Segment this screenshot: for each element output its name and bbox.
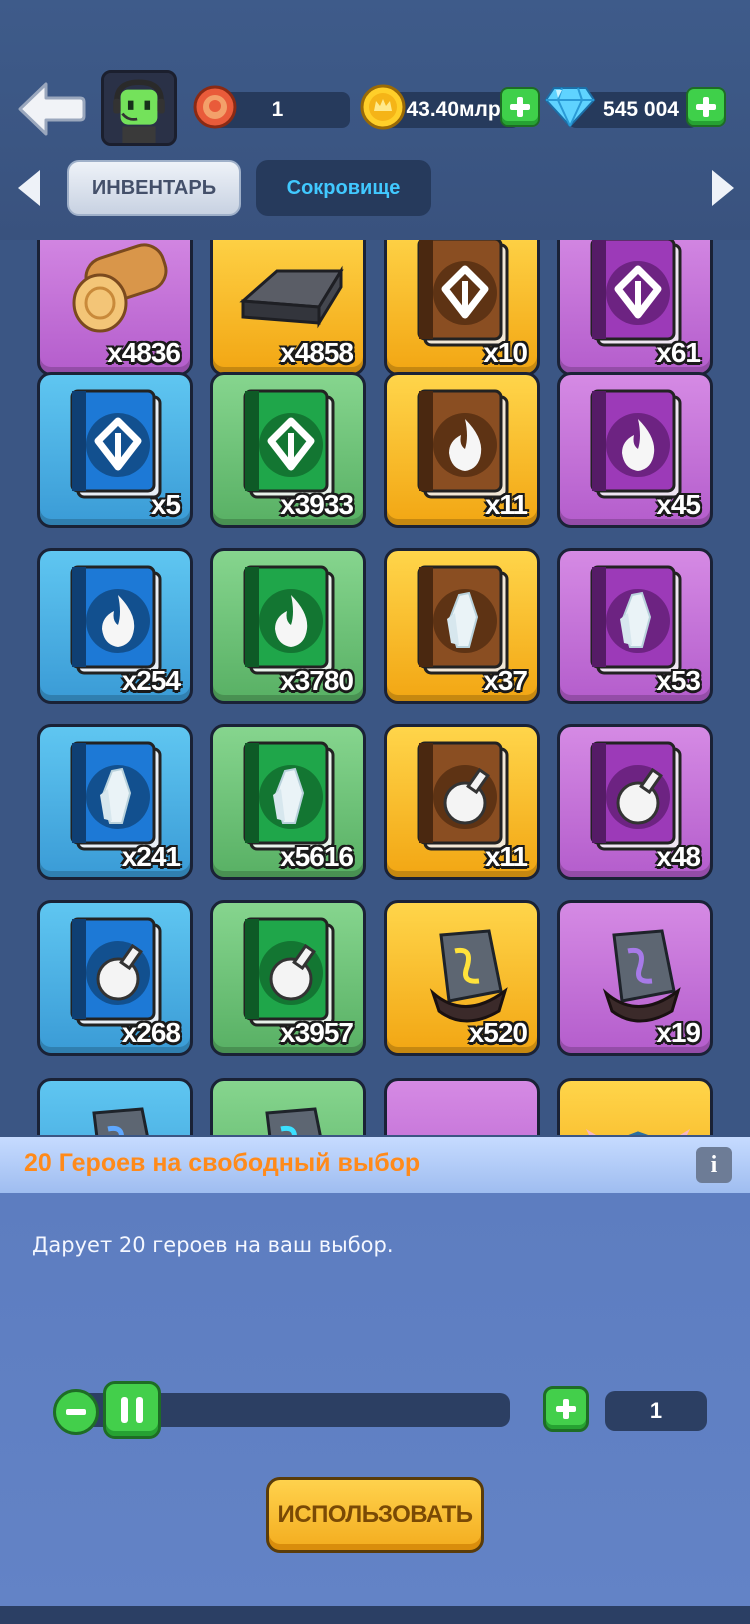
- increase-button[interactable]: [543, 1386, 589, 1432]
- inventory-item[interactable]: x11: [384, 724, 540, 880]
- add-gems-button[interactable]: [686, 87, 726, 127]
- inventory-item[interactable]: x268: [37, 900, 193, 1056]
- item-quantity: x11: [484, 489, 528, 520]
- inventory-item[interactable]: [210, 1078, 366, 1135]
- grip-icon: [121, 1397, 128, 1423]
- item-quantity: x3957: [280, 1017, 354, 1048]
- item-quantity: x4858: [280, 337, 354, 368]
- inventory-item[interactable]: x5: [37, 372, 193, 528]
- inventory-item[interactable]: x45: [557, 372, 713, 528]
- item-quantity: x3933: [280, 489, 354, 520]
- item-detail-panel: 20 Героев на свободный выбор i Дарует 20…: [0, 1137, 750, 1606]
- inventory-item[interactable]: x241: [37, 724, 193, 880]
- quantity-slider-thumb[interactable]: [103, 1381, 161, 1439]
- tab-inventory-label: ИНВЕНТАРЬ: [91, 176, 217, 199]
- player-avatar-icon: [104, 73, 174, 143]
- item-quantity: x10: [483, 337, 528, 368]
- item-quantity: x4836: [107, 337, 181, 368]
- inventory-item[interactable]: x3957: [210, 900, 366, 1056]
- top-bar: 1 43.40млрд 545 004 ИНВЕНТАРЬ Сокровище: [0, 0, 750, 240]
- inventory-item[interactable]: x254: [37, 548, 193, 704]
- gold-coin-icon: [360, 84, 406, 130]
- quantity-display: 1: [605, 1391, 707, 1431]
- item-quantity: x61: [656, 337, 701, 368]
- inventory-item[interactable]: [384, 1078, 540, 1135]
- item-quantity: x11: [484, 841, 528, 872]
- tab-inventory[interactable]: ИНВЕНТАРЬ: [67, 160, 241, 216]
- diamond-icon: [544, 87, 596, 128]
- add-gold-button[interactable]: [500, 87, 540, 127]
- inventory-item[interactable]: x4836: [37, 240, 193, 376]
- inventory-item[interactable]: x11: [384, 372, 540, 528]
- item-quantity: x254: [121, 665, 181, 696]
- item-quantity: x241: [121, 841, 181, 872]
- left-arrow-icon[interactable]: [14, 168, 44, 208]
- item-quantity: x37: [483, 665, 528, 696]
- tab-treasure-label: Сокровище: [286, 176, 401, 199]
- decrease-button[interactable]: [53, 1389, 99, 1435]
- item-quantity: x520: [468, 1017, 528, 1048]
- item-quantity: x19: [656, 1017, 701, 1048]
- bottom-strip: [0, 1606, 750, 1624]
- item-quantity: x45: [656, 489, 701, 520]
- inventory-item[interactable]: x520: [384, 900, 540, 1056]
- item-quantity: x5: [150, 489, 181, 520]
- item-quantity: x3780: [280, 665, 354, 696]
- hero-medal-icon: [193, 85, 237, 129]
- item-quantity: x268: [121, 1017, 181, 1048]
- blue-rune-stone-icon: [92, 1107, 149, 1135]
- plus-icon: [696, 97, 716, 117]
- gold-value: 43.40млрд: [406, 98, 514, 121]
- inventory-item[interactable]: x19: [557, 900, 713, 1056]
- item-quantity: x53: [656, 665, 701, 696]
- item-quantity: x48: [656, 841, 701, 872]
- item-quantity: x5616: [280, 841, 354, 872]
- right-arrow-icon[interactable]: [708, 168, 738, 208]
- info-button[interactable]: i: [696, 1147, 732, 1183]
- inventory-item[interactable]: x10: [384, 240, 540, 376]
- inventory-item[interactable]: [557, 1078, 713, 1135]
- item-detail-header: 20 Героев на свободный выбор i: [0, 1137, 750, 1193]
- back-arrow-icon[interactable]: [16, 80, 86, 138]
- gems-value: 545 004: [603, 98, 679, 121]
- hero-box-icon: [586, 1129, 690, 1135]
- inventory-item[interactable]: x5616: [210, 724, 366, 880]
- green-rune-stone-icon: [265, 1107, 322, 1135]
- inventory-item[interactable]: x61: [557, 240, 713, 376]
- inventory-item[interactable]: x48: [557, 724, 713, 880]
- plus-icon: [510, 97, 530, 117]
- inventory-item[interactable]: [37, 1078, 193, 1135]
- inventory-item[interactable]: x37: [384, 548, 540, 704]
- item-description: Дарует 20 героев на ваш выбор.: [32, 1233, 394, 1257]
- inventory-item[interactable]: x4858: [210, 240, 366, 376]
- level-value: 1: [271, 98, 284, 121]
- use-button[interactable]: ИСПОЛЬЗОВАТЬ: [266, 1477, 484, 1553]
- tab-treasure[interactable]: Сокровище: [256, 160, 431, 216]
- inventory-item[interactable]: x53: [557, 548, 713, 704]
- avatar[interactable]: [101, 70, 177, 146]
- inventory-item[interactable]: x3780: [210, 548, 366, 704]
- item-title: 20 Героев на свободный выбор: [24, 1149, 421, 1177]
- minus-icon: [66, 1409, 86, 1415]
- inventory-grid: x4836 x4858 x10 x61 x5 x3933 x11 x45 x254 x3780 x3…: [0, 240, 750, 1135]
- inventory-item[interactable]: x3933: [210, 372, 366, 528]
- star-chest-icon: [403, 1089, 527, 1135]
- grip-icon: [136, 1397, 143, 1423]
- plus-icon: [556, 1399, 576, 1419]
